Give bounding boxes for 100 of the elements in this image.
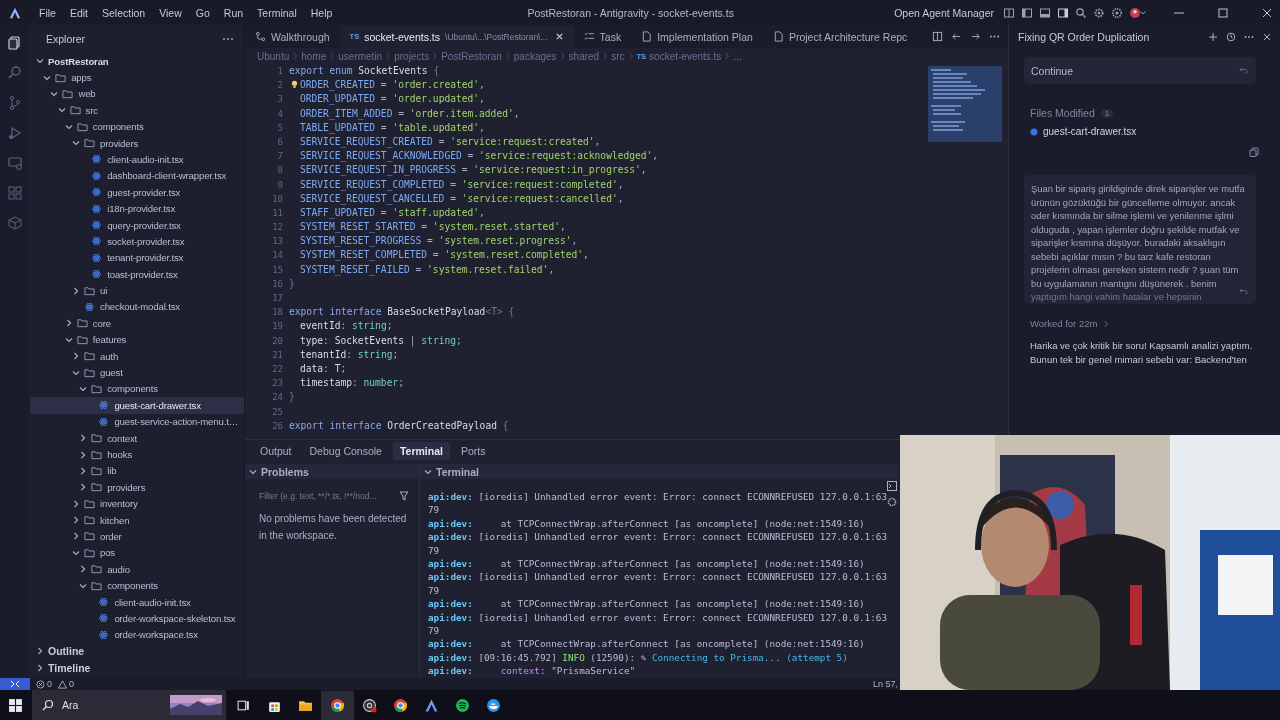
code-line: TABLE_UPDATED = 'table.updated', [300,120,485,135]
tree-item[interactable]: components [30,380,244,398]
tree-item[interactable]: ui [30,282,244,299]
tree-item[interactable]: core [30,315,244,332]
tree-item[interactable]: components [30,577,244,594]
tree-item[interactable]: hooks [30,446,244,463]
tree-item[interactable]: client-audio-init.tsx [30,151,244,168]
response-text: Harika ve çok kritik bir soru! Kapsamlı analizi yaptım. [1030,339,1254,353]
tree-item[interactable]: order-workspace.tsx [30,626,244,643]
tree-item[interactable]: kitchen [30,511,244,529]
continue-message[interactable]: Continue [1024,57,1256,84]
tree-item[interactable]: PostRestoran [30,52,244,70]
line-number: 20 [271,334,283,348]
tree-item[interactable]: client-audio-init.tsx [30,593,244,611]
files-modified-label: Files Modified [1030,107,1095,119]
editor-tab[interactable]: Implementation Plan [631,25,763,48]
tree-item[interactable]: order [30,528,244,545]
tree-item[interactable]: src [30,102,244,119]
terminal-line: api:dev: [ioredis] Unhandled error event: Error: connect ECONNREFUSED 127.0.0.1:63 [428,570,887,584]
code-line: SERVICE_REQUEST_ACKNOWLEDGED = 'service:request:acknowledged', [300,149,659,164]
tree-item[interactable]: guest-cart-drawer.tsx [30,397,244,414]
tree-item[interactable]: auth [30,347,244,365]
menu-item[interactable]: File [32,6,63,19]
tree-item[interactable]: audio [30,561,244,578]
code-line: } [289,276,295,291]
code-line: SYSTEM_RESET_COMPLETED = 'system.reset.completed', [300,248,589,263]
line-number: 19 [271,320,283,334]
terminal-line: api:dev: [ioredis] Unhandled error event: Error: connect ECONNREFUSED 127.0.0.1:63 [428,490,887,504]
tree-item[interactable]: components [30,118,244,135]
editor-tab[interactable]: Task [573,25,632,48]
menu-item[interactable]: Help [303,6,340,19]
terminal-line: api:dev: [ioredis] Unhandled error event: Error: connect ECONNREFUSED 127.0.0.1:63 [428,610,887,624]
panel-tab[interactable]: Output [253,442,299,460]
warning-count: 0 [69,679,75,689]
tree-item[interactable]: tenant-provider.tsx [30,249,244,266]
panel-tab[interactable]: Terminal [392,442,450,460]
tree-item[interactable]: order-workspace-skeleton.tsx [30,610,244,627]
terminal-line: 79 [428,583,441,598]
message-text: yaptıgım hangi vahim hatalar ve hepsinin [1031,290,1203,304]
section-header[interactable]: Problems [245,464,419,479]
line-number: 11 [271,206,283,220]
editor-tab[interactable]: Project Architecture Repc [762,25,918,48]
tree-item[interactable]: web [30,85,244,103]
terminal-line: 79 [428,623,441,638]
code-line: SERVICE_REQUEST_IN_PROGRESS = 'service:request:in_progress', [300,163,647,178]
code-line: type: SocketEvents | string; [300,333,462,348]
panel-tab[interactable]: Ports [453,442,493,460]
line-number: 24 [271,391,283,405]
code-line: export interface BaseSocketPayload<T> { [289,305,515,320]
menu-item[interactable]: Run [216,6,251,19]
panel-tab[interactable]: Debug Console [302,442,389,460]
tree-item[interactable]: guest [30,364,244,381]
line-number: 2 [276,79,283,93]
menu-item[interactable]: Go [188,6,217,19]
tree-item[interactable]: context [30,429,244,447]
tree-item[interactable]: pos [30,544,244,562]
section-header[interactable]: Outline [30,643,244,660]
menu-item[interactable]: Selection [95,6,153,19]
section-header[interactable]: Terminal [420,464,897,479]
tree-item[interactable]: features [30,331,244,348]
menu-item[interactable]: Edit [62,6,95,19]
cursor-position[interactable]: Ln 57, [872,679,898,689]
tree-item[interactable]: providers [30,134,244,152]
line-number: 23 [271,377,283,391]
code-line: SYSTEM_RESET_STARTED = 'system.reset.started', [300,220,566,235]
code-line: SERVICE_REQUEST_CANCELLED = 'service:request:cancelled', [300,191,624,206]
line-number: 21 [271,348,283,362]
line-number: 1 [276,65,283,78]
terminal-line: api:dev: [ioredis] Unhandled error event: Error: connect ECONNREFUSED 127.0.0.1:63 [428,530,887,544]
line-number: 7 [276,150,283,164]
tree-item[interactable]: inventory [30,495,244,512]
tree-item[interactable]: toast-provider.tsx [30,266,244,283]
tree-item[interactable]: checkout-modal.tsx [30,298,244,316]
menu-item[interactable]: View [152,6,189,19]
line-number: 26 [271,419,283,433]
line-number: 25 [271,405,283,419]
agent-manager-link[interactable]: Open Agent Manager [894,6,994,19]
tree-item[interactable]: providers [30,479,244,496]
tree-item[interactable]: i18n-provider.tsx [30,200,244,217]
tree-item[interactable]: apps [30,69,244,86]
code-line: export interface OrderCreatedPayload { [289,418,509,433]
tree-item[interactable]: lib [30,462,244,480]
tree-item[interactable]: query-provider.tsx [30,216,244,234]
section-header[interactable]: Timeline [30,659,244,676]
menu-item[interactable]: Terminal [250,6,304,19]
line-number: 3 [276,93,283,107]
tree-item[interactable]: dashboard-client-wrapper.tsx [30,167,244,185]
code-line: export enum SocketEvents { [289,64,440,78]
modified-file[interactable]: guest-cart-drawer.tsx [1030,126,1256,137]
filter-field[interactable]: Filter (e.g. text, **/*.ts, !**/nod... [259,491,396,501]
terminal-line: 79 [428,503,441,517]
terminal-line: api:dev: at TCPConnectWrap.afterConnect [as oncomplete] (node:net:1549:16) [428,637,866,651]
editor-tab[interactable]: Walkthrough [245,25,340,48]
worked-duration[interactable]: Worked for 22m [1030,318,1256,329]
tree-item[interactable]: socket-provider.tsx [30,233,244,250]
search-field[interactable]: Ara [60,698,170,712]
tree-item[interactable]: guest-provider.tsx [30,184,244,201]
tree-item[interactable]: guest-service-action-menu.t… [30,413,244,430]
line-number: 12 [271,221,283,235]
taskbar-search-bar[interactable]: Ara [32,690,226,720]
